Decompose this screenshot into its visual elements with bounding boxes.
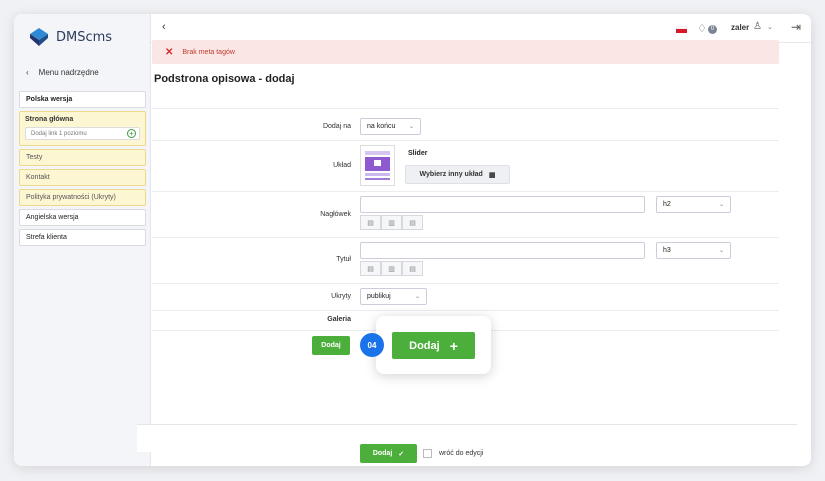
add-at-value: na końcu [367, 123, 396, 130]
step-badge: 04 [360, 333, 384, 357]
page-title: Podstrona opisowa - dodaj [154, 73, 295, 85]
heading-align-group: ▤ ▥ ▤ [360, 215, 423, 230]
sidebar-item-polska-wersja[interactable]: Polska wersja [19, 91, 146, 108]
chevron-down-icon[interactable]: ⌄ [767, 23, 773, 31]
flag-pl-icon[interactable] [676, 26, 687, 33]
divider [152, 140, 779, 141]
add-circle-icon[interactable]: + [127, 129, 136, 138]
footer-bar [137, 424, 797, 452]
slider-layout-icon [365, 151, 390, 180]
notification-badge: 0 [708, 25, 717, 34]
user-icon[interactable]: ♙ [753, 21, 762, 32]
callout-add-label: Dodaj [409, 339, 440, 352]
hidden-label: Ukryty [331, 293, 351, 300]
sidebar-item-kontakt[interactable]: Kontakt [19, 169, 146, 186]
heading-level-select[interactable]: h2 ⌄ [656, 196, 731, 213]
title-input[interactable] [360, 242, 645, 259]
chevron-left-icon: ‹ [26, 68, 29, 77]
divider [152, 191, 779, 192]
gallery-add-button[interactable]: Dodaj [312, 336, 350, 355]
bell-icon[interactable]: ♢ [697, 22, 707, 35]
choose-layout-label: Wybierz inny układ [419, 171, 483, 178]
align-right-icon[interactable]: ▤ [402, 261, 423, 276]
back-label: Menu nadrzędne [38, 68, 99, 77]
add-link-placeholder: Dodaj link 1 poziomu [31, 130, 87, 137]
sidebar: DMScms ‹ Menu nadrzędne Polska wersja St… [14, 14, 151, 466]
divider [152, 310, 779, 311]
layout-thumbnail[interactable] [360, 145, 395, 186]
submit-label: Dodaj [372, 450, 393, 457]
title-level-select[interactable]: h3 ⌄ [656, 242, 731, 259]
chevron-down-icon: ⌄ [408, 124, 414, 130]
callout-add-button[interactable]: Dodaj + [392, 332, 475, 359]
align-center-icon[interactable]: ▥ [381, 261, 402, 276]
collapse-sidebar-icon[interactable]: ‹ [162, 21, 166, 33]
title-level-value: h3 [663, 247, 671, 254]
title-label: Tytuł [336, 256, 351, 263]
submit-add-button[interactable]: Dodaj ✓ [360, 444, 417, 463]
app-window: DMScms ‹ Menu nadrzędne Polska wersja St… [14, 14, 811, 466]
logo-icon [30, 28, 48, 46]
alert-text: Brak meta tagów [182, 48, 235, 56]
align-center-icon[interactable]: ▥ [381, 215, 402, 230]
sidebar-menu: Polska wersja Strona główna Dodaj link 1… [19, 91, 146, 249]
sidebar-item-angielska-wersja[interactable]: Angielska wersja [19, 209, 146, 226]
chevron-down-icon: ⌄ [718, 248, 724, 254]
divider [152, 237, 779, 238]
close-icon: ✕ [165, 46, 174, 58]
logo[interactable]: DMScms [28, 26, 112, 48]
add-at-label: Dodaj na [322, 123, 351, 130]
align-right-icon[interactable]: ▤ [402, 215, 423, 230]
username[interactable]: zaler [731, 23, 749, 32]
divider [152, 283, 779, 284]
sidebar-item-label: Strona główna [25, 116, 74, 123]
grid-icon: ▦ [488, 171, 496, 179]
divider [152, 108, 779, 109]
back-to-parent-menu[interactable]: ‹ Menu nadrzędne [26, 68, 99, 77]
align-left-icon[interactable]: ▤ [360, 215, 381, 230]
return-to-edit-checkbox[interactable] [423, 449, 432, 458]
heading-level-value: h2 [663, 201, 671, 208]
chevron-down-icon: ⌄ [718, 202, 724, 208]
heading-label: Nagłówek [320, 211, 351, 218]
title-align-group: ▤ ▥ ▤ [360, 261, 423, 276]
check-circle-icon: ✓ [398, 450, 405, 458]
topbar: ‹ ♢ 0 zaler ♙ ⌄ ⇥ [151, 14, 811, 43]
choose-layout-button[interactable]: Wybierz inny układ ▦ [405, 165, 510, 184]
layout-label: Układ [333, 162, 351, 169]
hidden-select[interactable]: publikuj ⌄ [360, 288, 427, 305]
heading-input[interactable] [360, 196, 645, 213]
hidden-value: publikuj [367, 293, 391, 300]
gallery-label: Galeria [327, 316, 351, 323]
align-left-icon[interactable]: ▤ [360, 261, 381, 276]
return-to-edit-label: wróć do edycji [439, 450, 484, 457]
sidebar-item-strefa-klienta[interactable]: Strefa klienta [19, 229, 146, 246]
chevron-down-icon: ⌄ [414, 294, 420, 300]
plus-icon: + [449, 337, 458, 354]
logo-text: DMScms [56, 29, 113, 45]
add-at-select[interactable]: na końcu ⌄ [360, 118, 421, 135]
sidebar-item-strona-glowna[interactable]: Strona główna Dodaj link 1 poziomu + [19, 111, 146, 146]
sidebar-item-polityka[interactable]: Polityka prywatności (Ukryty) [19, 189, 146, 206]
alert-missing-meta: ✕ Brak meta tagów [152, 40, 779, 64]
add-level1-link-input[interactable]: Dodaj link 1 poziomu + [25, 127, 140, 140]
sidebar-item-testy[interactable]: Testy [19, 149, 146, 166]
logout-icon[interactable]: ⇥ [791, 20, 801, 34]
layout-name: Slider [408, 150, 428, 157]
